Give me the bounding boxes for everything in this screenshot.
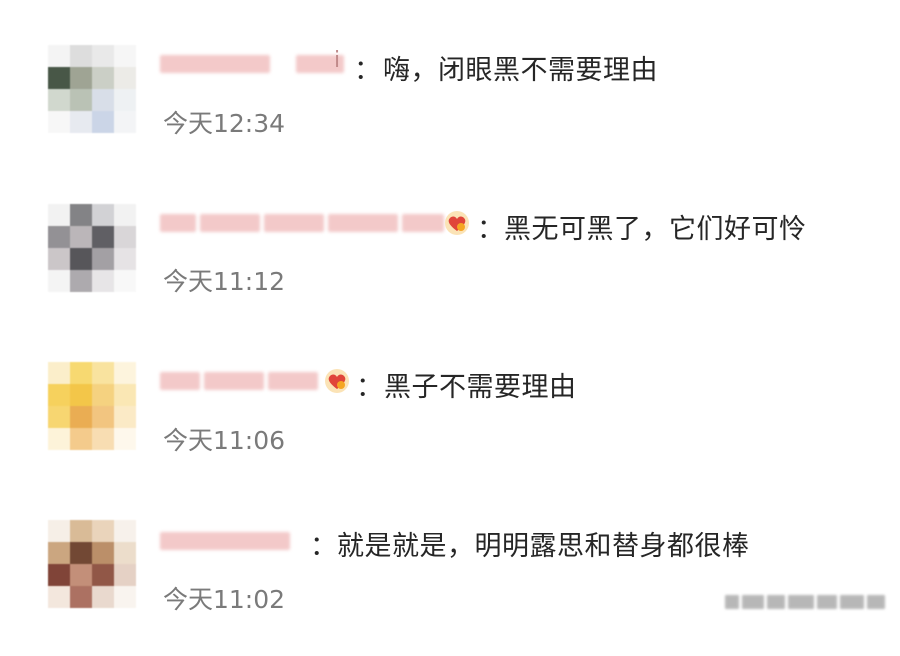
comment-item: ： 就是就是，明明露思和替身都很棒 今天11:02 (0, 506, 900, 656)
comment-text: 就是就是，明明露思和替身都很棒 (337, 531, 750, 562)
username-tail: i (334, 48, 341, 73)
comment-text: 黑子不需要理由 (384, 372, 577, 403)
comment-item: ： 黑子不需要理由 今天11:06 (0, 348, 900, 498)
username-blurred[interactable] (160, 53, 344, 75)
heart-badge-icon (443, 210, 471, 236)
username-blurred[interactable] (160, 212, 444, 234)
comment-text: 黑无可黑了，它们好可怜 (504, 214, 807, 245)
comment-separator: ： (354, 55, 382, 86)
avatar[interactable] (48, 362, 136, 450)
comment-separator: ： (310, 531, 338, 562)
comment-item: i ： 嗨，闭眼黑不需要理由 今天12:34 (0, 30, 900, 180)
comment-time: 今天11:06 (163, 426, 286, 455)
comment-separator: ： (477, 214, 505, 245)
avatar[interactable] (48, 45, 136, 133)
username-blurred[interactable] (160, 370, 318, 392)
comment-separator: ： (356, 372, 384, 403)
username-blurred[interactable] (160, 530, 290, 552)
comment-text: 嗨，闭眼黑不需要理由 (383, 55, 658, 86)
comment-time: 今天11:12 (163, 267, 286, 296)
comment-item: ： 黑无可黑了，它们好可怜 今天11:12 (0, 190, 900, 340)
heart-badge-icon (323, 368, 351, 394)
comment-time: 今天12:34 (163, 109, 286, 138)
avatar[interactable] (48, 204, 136, 292)
avatar[interactable] (48, 520, 136, 608)
comment-time: 今天11:02 (163, 585, 286, 614)
watermark-blurred (725, 589, 885, 615)
comment-list-screen: { "comments": [ { "separator": "：", "tex… (0, 0, 900, 642)
